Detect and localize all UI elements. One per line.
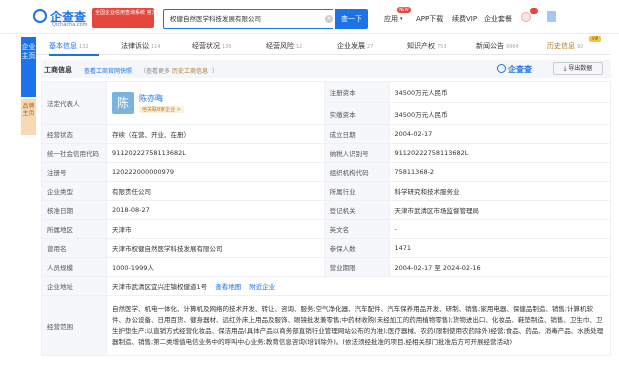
reg-no-value: 120222000000979 (105, 162, 325, 182)
region-value: 天津市 (105, 219, 325, 239)
nearby-companies-link[interactable]: 附近企业 (249, 283, 275, 291)
notification-dot (530, 8, 538, 14)
logo-subtext: Qichacha.com (52, 22, 88, 28)
reg-no-label: 注册号 (41, 162, 107, 182)
founded-label: 成立日期 (323, 124, 390, 144)
tab-development[interactable]: 企业发展 27 (337, 41, 373, 51)
insured-value: 1471 (388, 238, 611, 258)
term-label: 营业期限 (323, 257, 390, 277)
address-value: 天津市武清区宜兴庄镇权健道1号 (111, 283, 208, 291)
staff-value: 1000-1999人 (105, 257, 325, 277)
industry-value: 科学研究和技术服务业 (388, 181, 611, 201)
qcc-logo-icon[interactable] (33, 9, 47, 23)
official-badge: 全国企业信用查询系统 官方备案企业征信机构 (92, 8, 154, 28)
credit-code-value: 91120222758113682L (105, 143, 325, 163)
address-cell: 天津市武清区宜兴庄镇权健道1号 查看地图 附近企业 (105, 276, 612, 296)
credit-code-label: 统一社会信用代码 (41, 143, 107, 163)
search-button[interactable]: 查一下 (335, 9, 368, 29)
region-label: 所属地区 (41, 219, 107, 239)
vip-badge: VIP (589, 36, 601, 42)
clear-icon[interactable]: × (325, 15, 333, 23)
status-label: 经营状态 (41, 124, 107, 144)
org-code-value: 75811368-2 (388, 162, 611, 182)
legal-rep-name[interactable]: 陈亦晦 (139, 93, 184, 104)
nav-enterprise-package[interactable]: 企业套餐 (484, 14, 512, 24)
person-avatar[interactable]: 陈 (111, 92, 134, 114)
chevron-down-icon[interactable]: ▾ (400, 16, 403, 22)
tab-basic-info[interactable]: 基本信息 132 (49, 41, 89, 51)
tab-legal[interactable]: 法律诉讼 114 (121, 41, 161, 51)
new-badge: NEW (397, 7, 411, 13)
founded-value: 2004-02-17 (388, 124, 611, 144)
top-bar: 企查查 Qichacha.com 全国企业信用查询系统 官方备案企业征信机构 权… (0, 0, 619, 34)
history-link[interactable]: 历史工商信息 (172, 66, 208, 75)
active-tab-indicator (49, 54, 99, 56)
export-button[interactable]: ⤓ 导出数据 (553, 62, 603, 75)
sidebar-company-home[interactable]: 企业主页 (21, 37, 36, 97)
scope-value: 自然医学、机电一体化、计算机及网络的技术开发、转让、咨询、服务;空气净化器、汽车… (105, 295, 612, 356)
tab-history[interactable]: 历史信息 92 (547, 41, 583, 51)
en-name-value: - (388, 219, 611, 239)
address-label: 企业地址 (41, 276, 107, 296)
tab-risk[interactable]: 经营风险 12 (266, 41, 302, 51)
insured-label: 参保人数 (323, 238, 390, 258)
term-value: 2004-02-17 至 2024-02-16 (388, 257, 611, 277)
nav-app-download[interactable]: APP下载 (416, 14, 443, 24)
authority-label: 登记机关 (323, 200, 390, 220)
business-info-table: 法定代表人 陈 陈亦晦 他关联8家企业 > 注册资本 34500万元人民币 实缴… (41, 81, 612, 356)
legal-rep-cell: 陈 陈亦晦 他关联8家企业 > (105, 81, 325, 125)
tab-bar: 基本信息 132 法律诉讼 114 经营状况 136 经营风险 12 企业发展 27 知识… (36, 37, 611, 55)
staff-label: 人员规模 (41, 257, 107, 277)
nav-renew-vip[interactable]: 续费VIP (452, 14, 477, 24)
tab-ip[interactable]: 知识产权 753 (407, 41, 447, 51)
tab-operations[interactable]: 经营状况 136 (192, 41, 232, 51)
paid-capital-label: 实缴资本 (323, 102, 390, 125)
search-input[interactable]: 权健自然医学科技发展有限公司 (163, 9, 333, 29)
note-end: ） (212, 68, 219, 75)
section-title: 工商信息 (44, 66, 72, 74)
qcc-logo-icon-small (497, 64, 506, 73)
view-map-link[interactable]: 查看地图 (215, 283, 241, 291)
industry-label: 所属行业 (323, 181, 390, 201)
approved-label: 核准日期 (41, 200, 107, 220)
qcc-brand: 企查查 (497, 64, 532, 75)
authority-value: 天津市武清区市场监督管理局 (388, 200, 611, 220)
tab-news[interactable]: 新闻公告 9964 (476, 41, 519, 51)
legal-rep-label: 法定代表人 (41, 81, 107, 125)
document-icon[interactable] (547, 11, 556, 22)
reg-capital-value: 34500万元人民币 (388, 81, 611, 103)
related-companies-tag[interactable]: 他关联8家企业 > (138, 106, 184, 113)
snapshot-link[interactable]: 查看工商官网快照 (84, 66, 132, 75)
scope-label: 经营范围 (41, 295, 107, 356)
sidebar-brand-home[interactable]: 品牌主页 (21, 99, 36, 135)
tax-id-value: 91120222758113682L (388, 143, 611, 163)
type-value: 有限责任公司 (105, 181, 325, 201)
en-name-label: 英文名 (323, 219, 390, 239)
reg-capital-label: 注册资本 (323, 81, 390, 103)
former-name-value: 天津市权健自然医学科技发展有限公司 (105, 238, 325, 258)
former-name-label: 曾用名 (41, 238, 107, 258)
type-label: 企业类型 (41, 181, 107, 201)
tax-id-label: 纳税人识别号 (323, 143, 390, 163)
paid-capital-value: 34500万元人民币 (388, 102, 611, 125)
status-value: 存续（在营、开业、在册） (105, 124, 325, 144)
org-code-label: 组织机构代码 (323, 162, 390, 182)
user-avatar-icon[interactable] (521, 12, 531, 22)
approved-value: 2018-08-27 (105, 200, 325, 220)
more-note: （查看更多 (140, 68, 171, 75)
nav-apps[interactable]: 应用 (384, 14, 398, 24)
